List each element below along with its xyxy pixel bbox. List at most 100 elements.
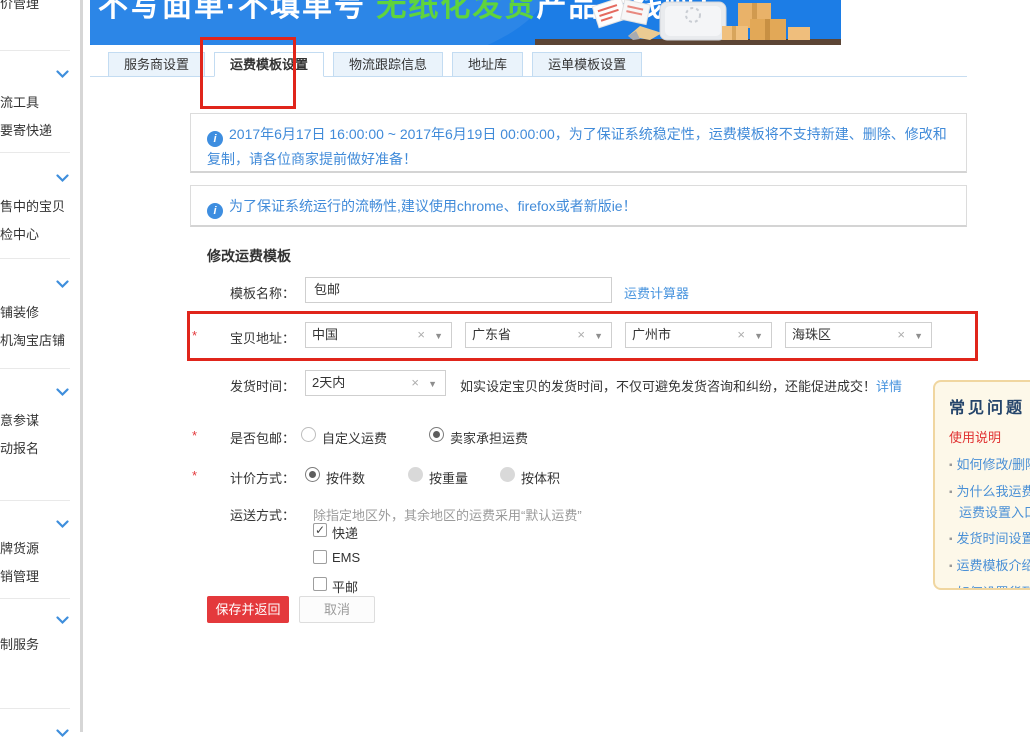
bullet-icon: ▪ xyxy=(949,588,953,590)
sidebar-item[interactable]: 牌货源 xyxy=(0,538,39,557)
shipping-template-settings-page: { "icons": { "info": "i", "clear": "×", … xyxy=(0,0,1030,732)
radio-seller-pays-label[interactable]: 卖家承担运费 xyxy=(450,428,528,447)
address-select-city[interactable]: 广州市 × ▼ xyxy=(625,322,772,348)
tab-logistics-tracking[interactable]: 物流跟踪信息 xyxy=(333,52,443,77)
tab-waybill-template-settings[interactable]: 运单模板设置 xyxy=(532,52,642,77)
sidebar-divider xyxy=(0,50,70,51)
faq-usage-link[interactable]: 使用说明 xyxy=(949,427,1030,446)
radio-by-volume xyxy=(500,467,515,482)
cancel-button[interactable]: 取消 xyxy=(299,596,375,623)
sidebar-item[interactable]: 制服务 xyxy=(0,634,39,653)
left-sidebar: 价管理 流工具 要寄快递 售中的宝贝 检中心 铺装修 机淘宝店铺 意参谋 动报名… xyxy=(0,0,79,732)
address-select-province[interactable]: 广东省 × ▼ xyxy=(465,322,612,348)
printer-icon xyxy=(660,2,726,40)
checkbox-ems-label[interactable]: EMS xyxy=(332,550,360,565)
clear-icon[interactable]: × xyxy=(897,323,905,347)
sidebar-divider xyxy=(0,368,70,369)
checkbox-surface-mail-label[interactable]: 平邮 xyxy=(332,577,358,596)
radio-by-quantity-label[interactable]: 按件数 xyxy=(326,468,365,487)
faq-title: 常见问题 xyxy=(949,394,1030,418)
browser-notice: i 为了保证系统运行的流畅性,建议使用chrome、firefox或者新版ie！ xyxy=(190,185,967,227)
clear-icon[interactable]: × xyxy=(737,323,745,347)
save-and-return-button[interactable]: 保存并返回 xyxy=(207,596,289,623)
checkbox-surface-mail[interactable] xyxy=(313,577,327,591)
radio-by-quantity[interactable] xyxy=(305,467,320,482)
freight-calculator-link[interactable]: 运费计算器 xyxy=(624,283,689,302)
chevron-down-icon[interactable] xyxy=(56,725,69,743)
selected-value: 广州市 xyxy=(632,327,671,342)
sidebar-divider xyxy=(0,152,70,153)
radio-seller-pays[interactable] xyxy=(429,427,444,442)
free-shipping-label: 是否包邮： xyxy=(203,428,295,447)
check-icon: ✓ xyxy=(315,523,325,537)
delivery-time-select[interactable]: 2天内 × ▼ xyxy=(305,370,446,396)
sidebar-item[interactable]: 流工具 xyxy=(0,92,39,111)
page-title: 修改运费模板 xyxy=(207,246,291,266)
address-select-district[interactable]: 海珠区 × ▼ xyxy=(785,322,932,348)
selected-value: 广东省 xyxy=(472,327,511,342)
faq-item[interactable]: ▪为什么我运费模运费设置入口 xyxy=(949,483,1030,521)
template-name-value: 包邮 xyxy=(314,282,340,297)
dropdown-arrow-icon[interactable]: ▼ xyxy=(594,324,603,348)
sidebar-item[interactable]: 检中心 xyxy=(0,224,39,243)
checkbox-express[interactable]: ✓ xyxy=(313,523,327,537)
dropdown-arrow-icon[interactable]: ▼ xyxy=(914,324,923,348)
template-name-input[interactable]: 包邮 xyxy=(305,277,612,303)
boxes-icon xyxy=(722,3,810,40)
bullet-icon: ▪ xyxy=(949,561,953,572)
chevron-down-icon[interactable] xyxy=(56,66,69,84)
chevron-down-icon[interactable] xyxy=(56,384,69,402)
selected-value: 海珠区 xyxy=(792,327,831,342)
sidebar-item[interactable]: 销管理 xyxy=(0,566,39,585)
clear-icon[interactable]: × xyxy=(417,323,425,347)
details-link[interactable]: 详情 xyxy=(876,379,902,394)
pencil-icon xyxy=(628,26,662,40)
sidebar-item[interactable]: 机淘宝店铺 xyxy=(0,330,65,349)
bullet-icon: ▪ xyxy=(949,460,953,471)
checkbox-express-label[interactable]: 快递 xyxy=(332,523,358,542)
sidebar-item[interactable]: 动报名 xyxy=(0,438,39,457)
address-select-country[interactable]: 中国 × ▼ xyxy=(305,322,452,348)
promo-banner[interactable]: 不写面单·不填单号 无纸化发货产品上线啦！ xyxy=(90,0,841,45)
tab-address-library[interactable]: 地址库 xyxy=(452,52,523,77)
selected-value: 2天内 xyxy=(312,375,345,390)
faq-item[interactable]: ▪如何设置货到 xyxy=(949,584,1030,590)
tab-provider-settings[interactable]: 服务商设置 xyxy=(108,52,205,77)
pricing-method-label: 计价方式： xyxy=(203,468,295,487)
faq-item[interactable]: ▪如何修改/删除 xyxy=(949,456,1030,474)
required-mark: * xyxy=(192,428,197,443)
dropdown-arrow-icon[interactable]: ▼ xyxy=(434,324,443,348)
info-icon: i xyxy=(207,131,223,147)
info-icon: i xyxy=(207,203,223,219)
system-notice: i2017年6月17日 16:00:00 ~ 2017年6月19日 00:00:… xyxy=(190,113,967,173)
required-mark: * xyxy=(192,468,197,483)
bullet-icon: ▪ xyxy=(949,534,953,545)
faq-item[interactable]: ▪发货时间设置规 xyxy=(949,530,1030,548)
delivery-time-hint: 如实设定宝贝的发货时间，不仅可避免发货咨询和纠纷，还能促进成交！详情 xyxy=(460,376,902,395)
delivery-time-label: 发货时间： xyxy=(203,376,295,395)
chevron-down-icon[interactable] xyxy=(56,276,69,294)
sidebar-separator xyxy=(80,0,83,732)
selected-value: 中国 xyxy=(312,327,338,342)
chevron-down-icon[interactable] xyxy=(56,516,69,534)
faq-item[interactable]: ▪运费模板介绍 xyxy=(949,557,1030,575)
notice-text: 为了保证系统运行的流畅性,建议使用chrome、firefox或者新版ie！ xyxy=(229,198,637,214)
chevron-down-icon[interactable] xyxy=(56,170,69,188)
radio-custom-freight-label[interactable]: 自定义运费 xyxy=(322,428,387,447)
sidebar-item[interactable]: 售中的宝贝 xyxy=(0,196,65,215)
chevron-down-icon[interactable] xyxy=(56,612,69,630)
sidebar-item[interactable]: 铺装修 xyxy=(0,302,39,321)
checkbox-ems[interactable] xyxy=(313,550,327,564)
dropdown-arrow-icon[interactable]: ▼ xyxy=(754,324,763,348)
template-name-label: 模板名称： xyxy=(203,283,295,302)
radio-by-weight-label: 按重量 xyxy=(429,468,468,487)
sidebar-item[interactable]: 价管理 xyxy=(0,0,39,12)
clear-icon[interactable]: × xyxy=(577,323,585,347)
radio-custom-freight[interactable] xyxy=(301,427,316,442)
clear-icon[interactable]: × xyxy=(411,371,419,395)
sidebar-item[interactable]: 意参谋 xyxy=(0,410,39,429)
dropdown-arrow-icon[interactable]: ▼ xyxy=(428,372,437,396)
sidebar-item[interactable]: 要寄快递 xyxy=(0,120,52,139)
tab-shipping-template-settings[interactable]: 运费模板设置 xyxy=(214,52,324,77)
notice-text: 2017年6月17日 16:00:00 ~ 2017年6月19日 00:00:0… xyxy=(207,126,947,167)
